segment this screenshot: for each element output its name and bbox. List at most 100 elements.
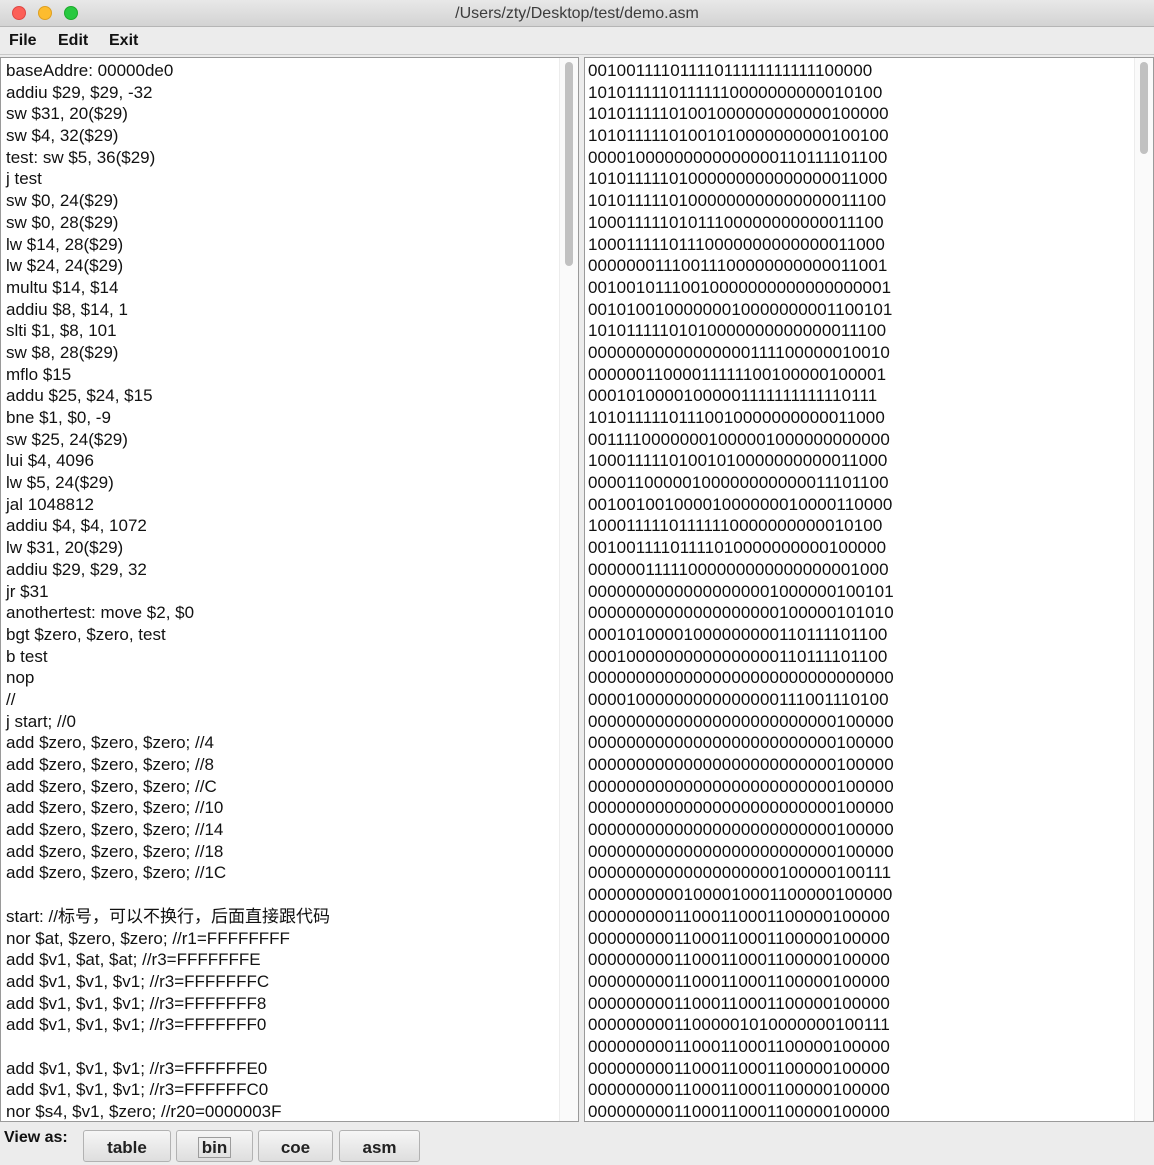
asm-scroll-thumb[interactable] bbox=[565, 62, 573, 266]
bin-line: 10001111101110000000000000011000 bbox=[588, 234, 885, 254]
bin-line: 00000000000000000000000000100000 bbox=[588, 711, 894, 731]
asm-line: add $v1, $v1, $v1; //r3=FFFFFFF8 bbox=[6, 993, 267, 1013]
asm-line: add $v1, $v1, $v1; //r3=FFFFFFC0 bbox=[6, 1080, 269, 1100]
view-as-bar: View as: table bin coe asm bbox=[0, 1124, 1154, 1162]
asm-line: nop bbox=[6, 668, 35, 688]
bin-line: 00000001110011100000000000011001 bbox=[588, 256, 888, 276]
bin-line: 00010000000000000000110111101100 bbox=[588, 646, 888, 666]
binary-output-text[interactable]: 00100111101111011111111111100000 10101111… bbox=[588, 60, 1129, 1121]
asm-line: add $zero, $zero, $zero; //C bbox=[6, 776, 217, 796]
bin-line: 00000000000000000000100000100111 bbox=[588, 863, 892, 883]
bin-line: 00000000011000001010000000100111 bbox=[588, 1015, 890, 1035]
asm-line: jr $31 bbox=[6, 581, 49, 601]
asm-line: b test bbox=[6, 646, 48, 666]
bin-line: 00100101110010000000000000000001 bbox=[588, 277, 892, 297]
asm-scrollbar[interactable] bbox=[559, 58, 578, 1121]
bin-line: 10101111101000000000000000011100 bbox=[588, 191, 887, 211]
bin-line: 00000000000000000000000000100000 bbox=[588, 798, 894, 818]
asm-line: multu $14, $14 bbox=[6, 277, 119, 297]
bin-line: 10101111101010000000000000011100 bbox=[588, 321, 887, 341]
bin-line: 00000000011000110001100000100000 bbox=[588, 906, 890, 926]
menu-file[interactable]: File bbox=[9, 27, 37, 54]
bin-line: 00000000000000000000000000100000 bbox=[588, 776, 894, 796]
bin-line: 00000000011000110001100000100000 bbox=[588, 928, 890, 948]
asm-line: sw $4, 32($29) bbox=[6, 126, 119, 146]
asm-line: add $zero, $zero, $zero; //8 bbox=[6, 755, 214, 774]
bin-line: 00000000000000000111100000010010 bbox=[588, 342, 890, 362]
bin-line: 00010100001000000000110111101100 bbox=[588, 624, 888, 644]
asm-line: addiu $29, $29, -32 bbox=[6, 82, 153, 102]
binary-scroll-thumb[interactable] bbox=[1140, 62, 1148, 154]
asm-line: add $zero, $zero, $zero; //14 bbox=[6, 820, 224, 840]
bin-line: 10101111101001000000000000100000 bbox=[588, 104, 889, 124]
asm-source-text[interactable]: baseAddre: 00000de0 addiu $29, $29, -32 sw… bbox=[6, 60, 554, 1121]
asm-line: add $zero, $zero, $zero; //4 bbox=[6, 733, 214, 753]
asm-line: mflo $15 bbox=[6, 364, 72, 384]
asm-line bbox=[6, 884, 554, 906]
bin-line: 00000000011000110001100000100000 bbox=[588, 993, 890, 1013]
bin-line: 00101001000000010000000001100101 bbox=[588, 299, 893, 319]
asm-line: sw $0, 24($29) bbox=[6, 191, 119, 211]
binary-output-pane[interactable]: 00100111101111011111111111100000 10101111… bbox=[584, 57, 1154, 1122]
asm-line: nor $at, $zero, $zero; //r1=FFFFFFFF bbox=[6, 928, 290, 948]
asm-line: addiu $29, $29, 32 bbox=[6, 559, 147, 579]
bin-line: 00001100000100000000000011101100 bbox=[588, 473, 889, 493]
bin-line: 00100100100001000000010000110000 bbox=[588, 494, 893, 514]
bin-line: 10101111101110010000000000011000 bbox=[588, 408, 885, 427]
window-title: /Users/zty/Desktop/test/demo.asm bbox=[455, 5, 699, 22]
bin-line: 10001111101111110000000000010100 bbox=[588, 516, 883, 536]
asm-line: j test bbox=[6, 169, 42, 189]
bin-line: 00000011000011111100100000100001 bbox=[588, 364, 887, 384]
asm-line: anothertest: move $2, $0 bbox=[6, 603, 195, 623]
asm-line: lw $14, 28($29) bbox=[6, 234, 124, 254]
asm-line: sw $25, 24($29) bbox=[6, 429, 128, 449]
asm-line: add $zero, $zero, $zero; //1C bbox=[6, 863, 227, 883]
view-asm-button[interactable]: asm bbox=[339, 1130, 420, 1162]
asm-line: lw $31, 20($29) bbox=[6, 538, 124, 558]
bin-line: 00100111101111010000000000100000 bbox=[588, 538, 887, 558]
view-table-button[interactable]: table bbox=[83, 1130, 171, 1162]
bin-line: 10101111101001010000000000100100 bbox=[588, 126, 889, 146]
bin-line: 00000000000000000000100000101010 bbox=[588, 603, 894, 623]
bin-line: 00000000011000110001100000100000 bbox=[588, 1036, 890, 1056]
asm-line: sw $0, 28($29) bbox=[6, 212, 119, 232]
asm-line: lui $4, 4096 bbox=[6, 451, 94, 471]
view-coe-button[interactable]: coe bbox=[258, 1130, 333, 1162]
binary-scrollbar[interactable] bbox=[1134, 58, 1153, 1121]
asm-line: jal 1048812 bbox=[6, 494, 94, 514]
asm-line: sw $31, 20($29) bbox=[6, 104, 128, 124]
bin-line: 00000000000000000000000000100000 bbox=[588, 841, 894, 861]
asm-line: start: //标号，可以不换行，后面直接跟代码 bbox=[6, 906, 330, 926]
bin-line: 10101111101000000000000000011000 bbox=[588, 169, 888, 189]
bin-line: 00010100001000001111111111110111 bbox=[588, 386, 878, 406]
title-bar: /Users/zty/Desktop/test/demo.asm bbox=[0, 0, 1154, 27]
view-as-label: View as: bbox=[4, 1129, 68, 1146]
asm-line: slti $1, $8, 101 bbox=[6, 321, 117, 341]
asm-line: addiu $8, $14, 1 bbox=[6, 299, 128, 319]
asm-line: bne $1, $0, -9 bbox=[6, 408, 111, 427]
asm-source-pane[interactable]: baseAddre: 00000de0 addiu $29, $29, -32 sw… bbox=[0, 57, 579, 1122]
bin-line: 00100111101111011111111111100000 bbox=[588, 61, 873, 80]
bin-line: 00000000000000000000000000100000 bbox=[588, 733, 894, 753]
bin-line: 10101111101111110000000000010100 bbox=[588, 82, 883, 102]
asm-line bbox=[6, 1036, 554, 1058]
bin-line: 00000000000000000001000000100101 bbox=[588, 581, 894, 601]
bin-line: 00001000000000000000110111101100 bbox=[588, 147, 888, 167]
asm-line: test: sw $5, 36($29) bbox=[6, 147, 156, 167]
bin-line: 00000000001000010001100000100000 bbox=[588, 885, 893, 905]
bin-line: 00000000011000110001100000100000 bbox=[588, 971, 890, 991]
asm-line: lw $24, 24($29) bbox=[6, 256, 124, 276]
bin-line: 00000000011000110001100000100000 bbox=[588, 1058, 890, 1078]
asm-line: add $v1, $v1, $v1; //r3=FFFFFFFC bbox=[6, 971, 270, 991]
asm-line: j start; //0 bbox=[6, 711, 76, 731]
asm-line: add $v1, $at, $at; //r3=FFFFFFFE bbox=[6, 950, 261, 970]
menu-exit[interactable]: Exit bbox=[109, 27, 138, 54]
menu-bar: File Edit Exit bbox=[0, 27, 1154, 55]
bin-line: 00000000011000110001100000100000 bbox=[588, 950, 890, 970]
menu-edit[interactable]: Edit bbox=[58, 27, 88, 54]
bin-line: 00000000000000000000000000100000 bbox=[588, 820, 894, 840]
asm-line: add $zero, $zero, $zero; //10 bbox=[6, 798, 224, 818]
bin-line: 00111100000001000001000000000000 bbox=[588, 429, 890, 449]
view-bin-button[interactable]: bin bbox=[176, 1130, 253, 1162]
bin-line: 00000000000000000000000000000000 bbox=[588, 668, 894, 688]
